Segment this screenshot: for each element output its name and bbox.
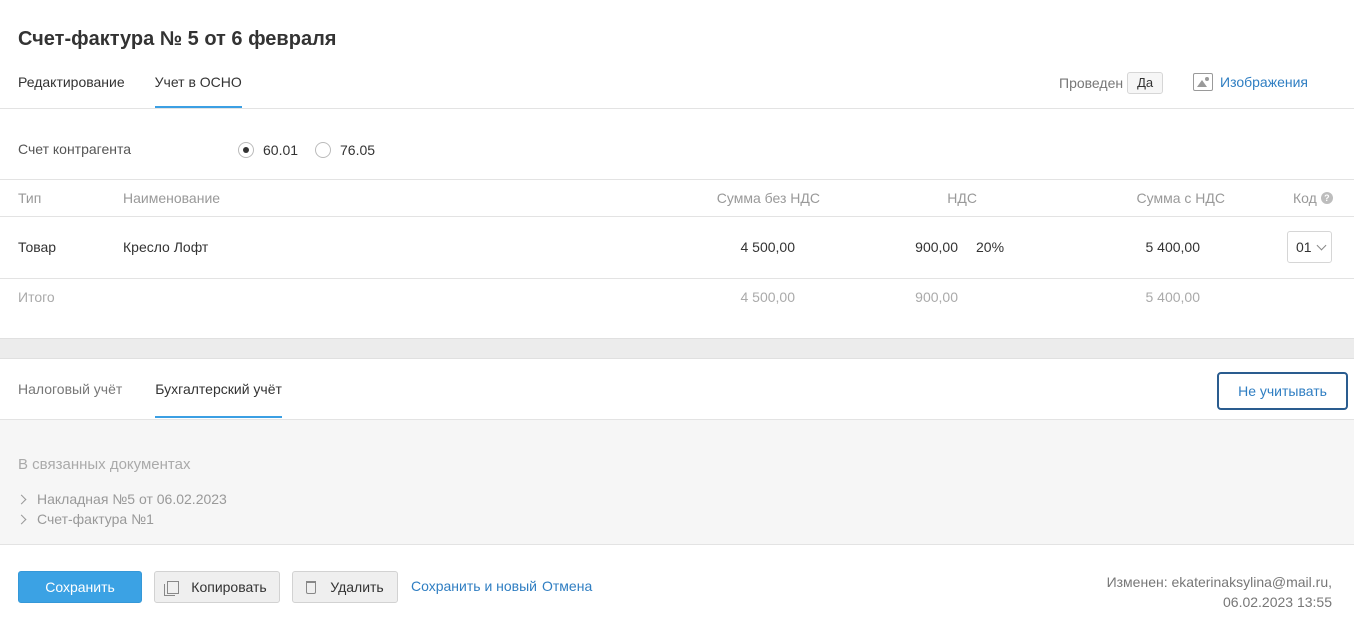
row-type: Товар [18, 239, 57, 255]
posted-status: Проведен Да [1059, 72, 1164, 94]
header-sum-with-vat: Сумма с НДС [1136, 190, 1225, 206]
related-item-label: Счет-фактура №1 [37, 511, 154, 527]
section-separator [0, 338, 1354, 359]
modified-by: Изменен: ekaterinaksylina@mail.ru, [1106, 574, 1332, 590]
tab-editing[interactable]: Редактирование [18, 74, 125, 108]
divider [0, 216, 1354, 217]
images-link[interactable]: Изображения [1193, 73, 1308, 91]
page-title: Счет-фактура № 5 от 6 февраля [18, 28, 337, 50]
row-name[interactable]: Кресло Лофт [123, 239, 208, 255]
divider [0, 278, 1354, 279]
related-item[interactable]: Накладная №5 от 06.02.2023 [16, 491, 227, 507]
related-title: В связанных документах [18, 456, 191, 473]
code-select[interactable]: 01 [1287, 231, 1332, 263]
accounting-tabs: Налоговый учёт Бухгалтерский учёт [18, 381, 315, 418]
divider [0, 108, 1354, 109]
images-label: Изображения [1220, 74, 1308, 90]
header-code: Код? [1293, 190, 1333, 206]
image-icon [1193, 73, 1213, 91]
chevron-right-icon [16, 514, 27, 524]
modified-info: Изменен: ekaterinaksylina@mail.ru, 06.02… [1107, 572, 1332, 612]
copy-icon [164, 580, 180, 596]
save-button[interactable]: Сохранить [18, 571, 142, 603]
delete-label: Удалить [330, 579, 384, 595]
do-not-account-button[interactable]: Не учитывать [1217, 372, 1348, 410]
header-type: Тип [18, 190, 42, 206]
posted-toggle-button[interactable]: Да [1127, 72, 1164, 94]
row-sum-no-vat[interactable]: 4 500,00 [635, 239, 796, 255]
related-documents: В связанных документах Накладная №5 от 0… [0, 419, 1354, 545]
radio-unchecked-icon [315, 142, 331, 158]
chevron-down-icon [1316, 240, 1327, 250]
total-vat: 900,00 [915, 289, 958, 305]
posted-label: Проведен [1059, 75, 1124, 91]
save-and-new-link[interactable]: Сохранить и новый [411, 578, 537, 594]
chevron-right-icon [16, 494, 27, 504]
radio-60-01[interactable]: 60.01 [238, 142, 298, 158]
trash-icon [306, 580, 317, 594]
row-vat-rate[interactable]: 20% [976, 239, 1004, 255]
radio-76-05[interactable]: 76.05 [315, 142, 375, 158]
total-label: Итого [18, 289, 55, 305]
help-icon[interactable]: ? [1320, 192, 1333, 204]
row-sum-with-vat[interactable]: 5 400,00 [1040, 239, 1201, 255]
radio-label: 76.05 [340, 142, 376, 158]
row-vat[interactable]: 900,00 [858, 239, 958, 255]
header-vat: НДС [947, 190, 977, 206]
tab-bookkeeping[interactable]: Бухгалтерский учёт [155, 381, 282, 418]
related-item[interactable]: Счет-фактура №1 [16, 511, 154, 527]
total-sum-no-vat: 4 500,00 [740, 289, 796, 305]
header-name: Наименование [123, 190, 221, 206]
related-item-label: Накладная №5 от 06.02.2023 [37, 491, 227, 507]
tab-osno[interactable]: Учет в ОСНО [154, 74, 242, 108]
header-sum-no-vat: Сумма без НДС [716, 190, 820, 206]
header-code-label: Код [1293, 190, 1317, 206]
divider [0, 179, 1354, 180]
top-tabs: Редактирование Учет в ОСНО [18, 74, 272, 108]
radio-checked-icon [238, 142, 254, 158]
modified-date: 06.02.2023 13:55 [1223, 594, 1332, 610]
cancel-link[interactable]: Отмена [542, 578, 592, 594]
copy-button[interactable]: Копировать [154, 571, 280, 603]
radio-label: 60.01 [263, 142, 299, 158]
total-sum-with-vat: 5 400,00 [1145, 289, 1201, 305]
delete-button[interactable]: Удалить [292, 571, 398, 603]
tab-tax-accounting[interactable]: Налоговый учёт [18, 381, 122, 418]
code-value: 01 [1296, 239, 1312, 255]
copy-label: Копировать [191, 579, 267, 595]
counterparty-account-label: Счет контрагента [18, 141, 132, 157]
